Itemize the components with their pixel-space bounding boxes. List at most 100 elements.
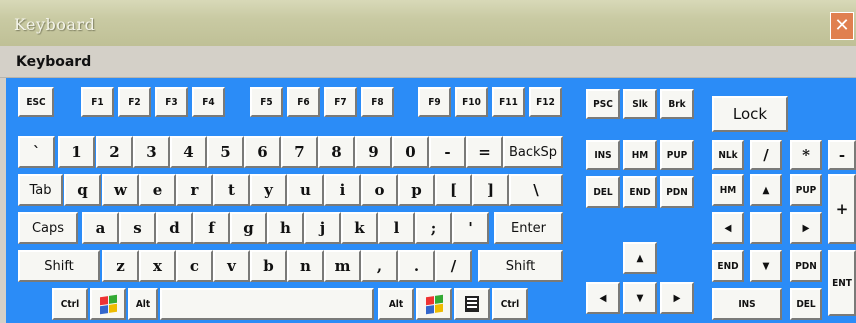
key-down[interactable]: ▼: [623, 282, 657, 314]
key-f8[interactable]: F8: [361, 87, 394, 117]
key-brk[interactable]: Brk: [660, 89, 694, 119]
key-e[interactable]: e: [139, 174, 176, 206]
key-f9[interactable]: F9: [418, 87, 451, 117]
key-n1[interactable]: 1: [58, 136, 95, 168]
key-f5[interactable]: F5: [250, 87, 283, 117]
key-lwin[interactable]: [90, 288, 126, 320]
key-enter[interactable]: Enter: [494, 212, 563, 244]
key-np-left[interactable]: ◀: [712, 212, 744, 244]
key-comma[interactable]: ,: [361, 250, 398, 282]
key-rshift[interactable]: Shift: [478, 250, 563, 282]
key-f1[interactable]: F1: [81, 87, 114, 117]
key-w[interactable]: w: [102, 174, 139, 206]
close-button[interactable]: ✕: [830, 12, 854, 40]
key-k[interactable]: k: [341, 212, 378, 244]
key-n6[interactable]: 6: [244, 136, 281, 168]
key-a[interactable]: a: [82, 212, 119, 244]
key-d[interactable]: d: [156, 212, 193, 244]
key-f4[interactable]: F4: [192, 87, 225, 117]
key-menukey[interactable]: [454, 288, 490, 320]
key-np-ins[interactable]: INS: [712, 288, 782, 320]
key-pup[interactable]: PUP: [660, 140, 694, 170]
key-np-hm[interactable]: HM: [712, 174, 744, 206]
key-lalt[interactable]: Alt: [128, 288, 158, 320]
key-np-plus[interactable]: +: [828, 174, 856, 244]
key-u[interactable]: u: [287, 174, 324, 206]
key-np-down[interactable]: ▼: [750, 250, 782, 282]
key-v[interactable]: v: [213, 250, 250, 282]
key-np-del[interactable]: DEL: [790, 288, 822, 320]
key-np-pdn[interactable]: PDN: [790, 250, 822, 282]
key-b[interactable]: b: [250, 250, 287, 282]
key-c[interactable]: c: [176, 250, 213, 282]
key-slash[interactable]: /: [435, 250, 472, 282]
key-f6[interactable]: F6: [287, 87, 320, 117]
key-lock[interactable]: Lock: [712, 96, 788, 132]
key-o[interactable]: o: [361, 174, 398, 206]
key-x[interactable]: x: [139, 250, 176, 282]
key-n[interactable]: n: [287, 250, 324, 282]
key-f3[interactable]: F3: [155, 87, 188, 117]
key-z[interactable]: z: [102, 250, 139, 282]
key-equals[interactable]: =: [466, 136, 503, 168]
key-nlk[interactable]: NLk: [712, 140, 744, 170]
key-period[interactable]: .: [398, 250, 435, 282]
key-p[interactable]: p: [398, 174, 435, 206]
key-f[interactable]: f: [193, 212, 230, 244]
key-f2[interactable]: F2: [118, 87, 151, 117]
key-np-star[interactable]: *: [790, 140, 822, 170]
key-backtick[interactable]: `: [18, 136, 55, 168]
key-backslash[interactable]: \: [509, 174, 563, 206]
key-hm[interactable]: HM: [623, 140, 657, 170]
key-del[interactable]: DEL: [586, 176, 620, 208]
key-np-pup[interactable]: PUP: [790, 174, 822, 206]
key-caps[interactable]: Caps: [18, 212, 78, 244]
key-f7[interactable]: F7: [324, 87, 357, 117]
key-np-minus[interactable]: -: [828, 140, 856, 170]
key-space[interactable]: [160, 288, 374, 320]
key-g[interactable]: g: [230, 212, 267, 244]
key-np-ent[interactable]: ENT: [828, 250, 856, 316]
key-n4[interactable]: 4: [170, 136, 207, 168]
key-f10[interactable]: F10: [455, 87, 488, 117]
key-rwin[interactable]: [416, 288, 452, 320]
key-np-5[interactable]: [750, 212, 782, 244]
key-i[interactable]: i: [324, 174, 361, 206]
key-n2[interactable]: 2: [96, 136, 133, 168]
key-lctrl[interactable]: Ctrl: [52, 288, 88, 320]
key-end[interactable]: END: [623, 176, 657, 208]
key-r[interactable]: r: [176, 174, 213, 206]
key-right[interactable]: ▶: [660, 282, 694, 314]
key-lshift[interactable]: Shift: [18, 250, 100, 282]
key-n3[interactable]: 3: [133, 136, 170, 168]
key-n7[interactable]: 7: [281, 136, 318, 168]
key-rctrl[interactable]: Ctrl: [492, 288, 528, 320]
key-np-right[interactable]: ▶: [790, 212, 822, 244]
key-f11[interactable]: F11: [492, 87, 525, 117]
key-up[interactable]: ▲: [623, 242, 657, 274]
key-h[interactable]: h: [267, 212, 304, 244]
key-np-end[interactable]: END: [712, 250, 744, 282]
key-esc[interactable]: ESC: [18, 87, 54, 117]
key-t[interactable]: t: [213, 174, 250, 206]
key-backsp[interactable]: BackSp: [503, 136, 563, 168]
key-slk[interactable]: Slk: [623, 89, 657, 119]
key-s[interactable]: s: [119, 212, 156, 244]
key-n9[interactable]: 9: [355, 136, 392, 168]
key-y[interactable]: y: [250, 174, 287, 206]
key-tab[interactable]: Tab: [18, 174, 63, 206]
key-np-slash[interactable]: /: [750, 140, 782, 170]
key-ins[interactable]: INS: [586, 140, 620, 170]
key-semicolon[interactable]: ;: [415, 212, 452, 244]
key-n8[interactable]: 8: [318, 136, 355, 168]
key-q[interactable]: q: [64, 174, 101, 206]
key-np-up[interactable]: ▲: [750, 174, 782, 206]
key-rbracket[interactable]: ]: [472, 174, 509, 206]
key-f12[interactable]: F12: [529, 87, 562, 117]
key-minus[interactable]: -: [429, 136, 466, 168]
key-j[interactable]: j: [304, 212, 341, 244]
menu-keyboard[interactable]: Keyboard: [16, 54, 91, 70]
key-lbracket[interactable]: [: [435, 174, 472, 206]
key-left[interactable]: ◀: [586, 282, 620, 314]
key-ralt[interactable]: Alt: [378, 288, 414, 320]
